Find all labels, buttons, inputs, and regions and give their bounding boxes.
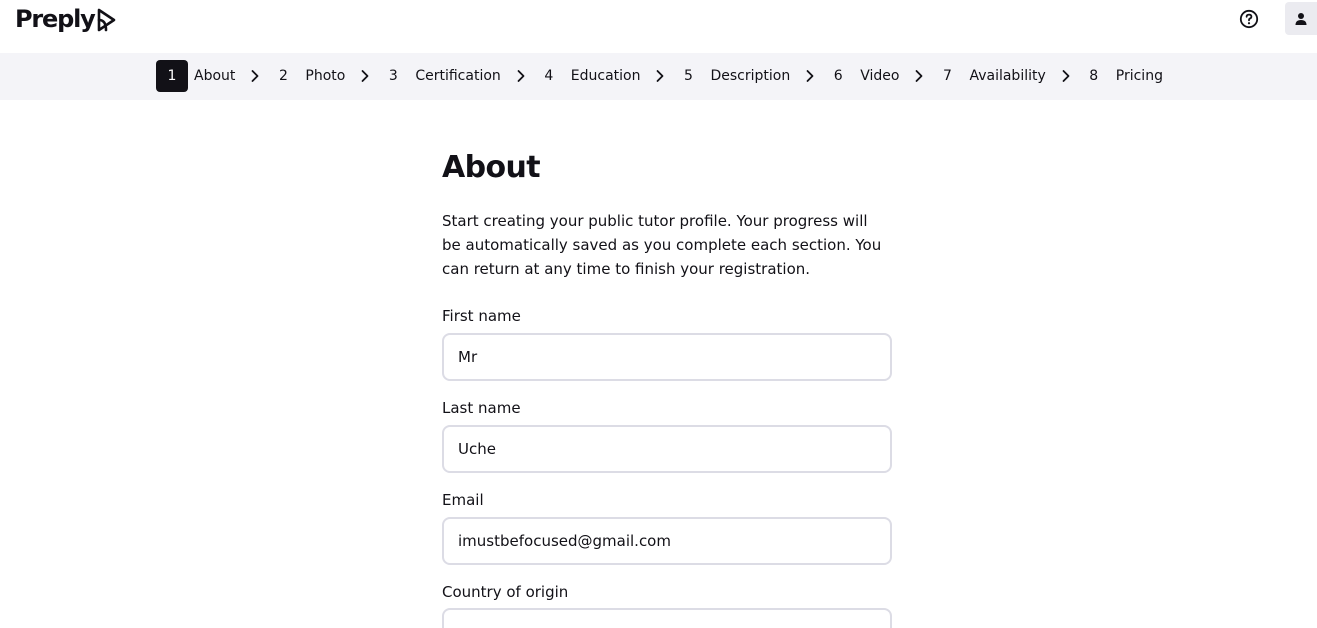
step-availability[interactable]: 7 Availability	[931, 60, 1077, 92]
steps-list: 1 About 2 Photo 3 Certification 4 Education 5 Des…	[156, 60, 1163, 92]
user-menu-button[interactable]	[1285, 2, 1317, 35]
step-label: Description	[710, 68, 791, 84]
step-number: 5	[684, 68, 693, 84]
chevron-right-icon	[651, 60, 669, 92]
chevron-right-icon	[910, 60, 928, 92]
page-title: About	[442, 150, 541, 185]
top-header: Preply	[0, 0, 1317, 53]
step-number: 4	[544, 68, 554, 84]
chevron-right-icon	[246, 60, 264, 92]
step-education[interactable]: 4 Education	[533, 60, 673, 92]
first-name-input[interactable]	[442, 333, 892, 381]
step-label: Education	[570, 68, 641, 84]
last-name-label: Last name	[442, 399, 521, 417]
step-number: 7	[942, 68, 952, 84]
step-video[interactable]: 6 Video	[822, 60, 931, 92]
email-label: Email	[442, 491, 484, 509]
chevron-right-icon	[801, 60, 819, 92]
step-navigation: 1 About 2 Photo 3 Certification 4 Education 5 Des…	[0, 53, 1317, 100]
step-number: 3	[388, 68, 398, 84]
preply-logo[interactable]: Preply	[15, 3, 118, 35]
step-about[interactable]: 1 About	[156, 60, 267, 92]
chevron-right-icon	[1057, 60, 1075, 92]
step-label: Pricing	[1115, 68, 1163, 84]
user-icon	[1295, 12, 1307, 25]
chevron-right-icon	[356, 60, 374, 92]
step-label: Certification	[415, 68, 501, 84]
step-pricing[interactable]: 8 Pricing	[1078, 60, 1163, 92]
first-name-label: First name	[442, 307, 521, 325]
last-name-input[interactable]	[442, 425, 892, 473]
country-select[interactable]	[442, 608, 892, 628]
step-number: 2	[278, 68, 288, 84]
step-label: Availability	[969, 68, 1046, 84]
step-photo[interactable]: 2 Photo	[267, 60, 377, 92]
step-label: Video	[860, 68, 900, 84]
country-label: Country of origin	[442, 583, 569, 601]
logo-mark-icon	[97, 8, 115, 32]
help-circle-icon	[1239, 9, 1259, 29]
step-certification[interactable]: 3 Certification	[377, 60, 532, 92]
step-label: Photo	[305, 68, 346, 84]
step-number: 1	[156, 60, 188, 92]
logo-text: Preply	[15, 5, 96, 33]
step-description[interactable]: 5 Description	[672, 60, 822, 92]
chevron-right-icon	[512, 60, 530, 92]
step-number: 8	[1089, 68, 1099, 84]
intro-text: Start creating your public tutor profile…	[442, 212, 882, 278]
step-number: 6	[833, 68, 843, 84]
step-label: About	[194, 68, 236, 84]
help-button[interactable]	[1237, 7, 1261, 31]
email-input[interactable]	[442, 517, 892, 565]
